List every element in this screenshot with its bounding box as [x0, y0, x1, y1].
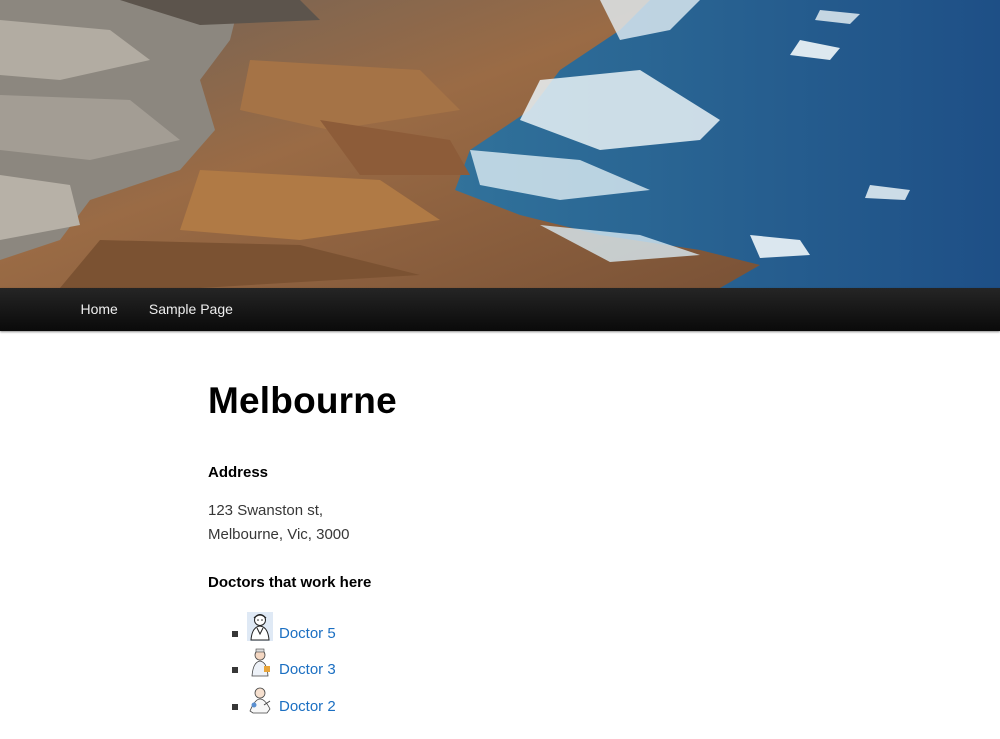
list-item: Doctor 5 [232, 607, 808, 644]
main-navigation: Home Sample Page [0, 288, 1000, 331]
doctor-cartoon-icon[interactable] [247, 648, 273, 677]
bullet-icon [232, 630, 238, 637]
list-item: Doctor 3 [232, 644, 808, 681]
page-title: Melbourne [208, 380, 397, 421]
address-line-1: 123 Swanston st, [208, 502, 324, 519]
doctor-link[interactable]: Doctor 3 [279, 660, 336, 680]
nav-link-home[interactable]: Home [65, 288, 133, 331]
address-block: 123 Swanston st, Melbourne, Vic, 3000 [208, 499, 808, 547]
doctor-cartoon-icon[interactable] [247, 611, 273, 641]
bullet-icon [232, 703, 238, 710]
doctor-link[interactable]: Doctor 5 [279, 624, 336, 644]
doctors-heading: Doctors that work here [208, 574, 372, 591]
bullet-icon [232, 667, 238, 673]
nav-link-sample-page[interactable]: Sample Page [133, 288, 248, 331]
address-heading: Address [208, 464, 269, 481]
list-item: Doctor 2 [232, 680, 808, 717]
doctor-link[interactable]: Doctor 2 [279, 697, 336, 717]
nav-item-sample-page: Sample Page [133, 288, 248, 331]
main-content: Melbourne Address 123 Swanston st, Melbo… [208, 331, 808, 717]
address-line-2: Melbourne, Vic, 3000 [208, 526, 350, 543]
header-image [0, 0, 1000, 288]
nav-menu: Home Sample Page [0, 288, 1000, 331]
doctors-list: Doctor 5 Doctor 3 Doctor 2 [208, 607, 808, 717]
doctor-cartoon-icon[interactable] [247, 684, 273, 714]
nav-item-home: Home [65, 288, 133, 331]
